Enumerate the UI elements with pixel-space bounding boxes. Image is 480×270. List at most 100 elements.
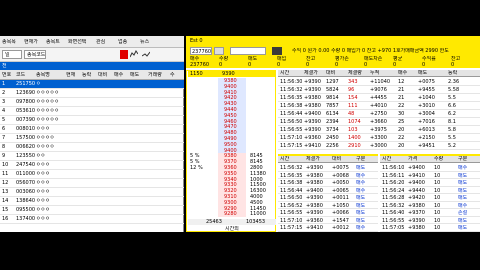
tick-cell: +3975 [370,127,387,133]
tick-bl-row[interactable]: 11:56:32 +9390 +0075 매도 [278,164,378,172]
tick-cell: 8.1 [448,119,456,125]
tick-cell: 48 [348,111,355,117]
tick-bl-row[interactable]: 11:56:44 +9400 +0065 매수 [278,187,378,194]
stock-row[interactable]: 8 006620 ㅇㅇㅇㅇ [0,143,184,152]
stock-row[interactable]: 5 007390 ㅇㅇㅇㅇㅇ [0,116,184,125]
stock-row[interactable]: 12 056070 ㅇㅇㅇ [0,179,184,188]
col-code[interactable]: 코드 [16,72,25,78]
tick-br-row[interactable]: 11:56:20 +9400 10 매도 [380,179,480,187]
stock-row[interactable]: 6 008010 ㅇㅇㅇ [0,125,184,134]
tick-cell: 9814 [326,95,339,101]
tick-bl-row[interactable]: 11:57:10 +9360 +1547 매도 [278,217,378,224]
col-bid[interactable]: 매수 [114,72,123,78]
tick-br-row[interactable]: 11:57:05 +9380 10 매도 [380,224,480,232]
tick-bl-row[interactable]: 11:56:52 +9380 +1050 매도 [278,202,378,209]
stock-row[interactable]: 16 137400 ㅇㅇㅇ [0,215,184,224]
trading-body: 1150 9390 9380 9400 9410 9420 9430 9440 9450 94… [186,70,480,232]
stock-row[interactable]: 2 123690 ㅇㅇㅇㅇㅇ [0,89,184,98]
ticks-top-col: 대비 [326,70,336,76]
toolbar-item-1[interactable]: 현재가 [24,39,38,45]
tick-row[interactable]: 11:57:15 +9410 2256 2910 +3000 20 +9451 5.2 [278,142,480,150]
strip-label: 전 [2,63,7,69]
tick-cell: +3300 [370,135,387,141]
stock-name-field[interactable] [230,47,266,55]
tick-br-row[interactable]: 11:56:40 +9370 10 손절 [380,209,480,217]
toolbar-item-4[interactable]: 관심 [96,39,105,45]
stock-row-no: 4 [2,108,6,114]
col-count[interactable]: 수 [170,72,175,78]
tick-br-row[interactable]: 11:56:32 +9380 10 매수 [380,202,480,209]
ticks-top-rows[interactable]: 11:56:30 +9390 1297 343 +11040 12 +0075 2.36 11:… [278,78,480,152]
tick-bl-cell: +0075 [332,165,349,171]
stock-row[interactable]: 9 123550 ㅇㅇ [0,152,184,161]
tick-bl-row[interactable]: 11:57:15 +9410 +0012 매수 [278,224,378,232]
stock-row[interactable]: 1 251750 ㅇ [0,80,184,89]
tick-row[interactable]: 11:56:35 +9380 9814 154 +4455 21 +1040 5.5 [278,94,480,102]
stock-row-code: 123690 [16,90,36,96]
tick-cell: +9390 [304,87,321,93]
toolbar-item-3[interactable]: 화면선택 [68,39,86,45]
tick-br-row[interactable]: 11:56:24 +9440 10 매도 [380,187,480,194]
bid-row[interactable]: 9280 11000 [188,211,276,217]
tick-row[interactable]: 11:56:32 +9390 5824 96 +9076 21 +9455 5.58 [278,86,480,94]
tick-br-row[interactable]: 11:56:11 +9410 10 매도 [380,172,480,179]
stock-row-name: ㅇㅇㅇ [36,207,50,213]
tick-row[interactable]: 11:56:38 +9380 7857 111 +4010 22 +3010 6.6 [278,102,480,110]
chart-icon[interactable] [129,50,139,59]
lookup-button[interactable] [214,47,224,55]
stock-list[interactable]: 1 251750 ㅇ 2 123690 ㅇㅇㅇㅇㅇ 3 097800 ㅇㅇㅇㅇㅇ 4 053610 ㅇ… [0,80,184,228]
tick-cell: 25 [398,119,405,125]
col-volume[interactable]: 거래량 [148,72,162,78]
col-ask[interactable]: 매도 [130,72,139,78]
tick-cell: 22 [398,135,405,141]
tick-bl-row[interactable]: 11:56:35 +9380 +0068 매수 [278,172,378,179]
stock-row[interactable]: 14 138640 ㅇㅇㅇ [0,197,184,206]
ticks-br-col: 가격 [408,156,418,162]
left-selected-strip: 전 [0,62,184,70]
stock-row-name: ㅇㅇㅇ [36,162,50,168]
tick-bl-row[interactable]: 11:56:38 +9380 +0050 매수 [278,179,378,187]
price-cell[interactable]: 9280 [218,211,246,217]
ticks-bottom-right-panel: 시간 가격 수량 구분 11:56:10 +9400 10 매수 11:56:11 +9410 1… [380,154,480,232]
col-price[interactable]: 현재 [66,72,75,78]
record-button[interactable] [120,50,128,59]
tick-bl-cell: 매도 [356,202,366,209]
col-name[interactable]: 종목명 [36,72,50,78]
stock-row[interactable]: 4 053610 ㅇㅇㅇㅇㅇ [0,107,184,116]
stock-row[interactable]: 11 011000 ㅇㅇㅇ [0,170,184,179]
tick-bl-row[interactable]: 11:56:55 +9390 +0066 매도 [278,209,378,217]
col-no[interactable]: 번호 [2,72,11,78]
col-change[interactable]: 등락 [82,72,91,78]
tick-row[interactable]: 11:56:44 +9400 6134 48 +2750 30 +3004 6.2 [278,110,480,118]
toolbar-item-5[interactable]: 업종 [118,39,127,45]
market-dropdown[interactable]: 일 [2,50,22,59]
ticks-bl-rows[interactable]: 11:56:32 +9390 +0075 매도 11:56:35 +9380 +0068 매수… [278,164,378,232]
stock-row[interactable]: 3 097800 ㅇㅇㅇㅇㅇ [0,98,184,107]
tick-br-cell: 매수 [458,202,468,209]
orderbook-rows[interactable]: 9380 9400 9410 9420 9430 9440 9450 9460 9470 9480… [188,78,276,218]
col-diff[interactable]: 대비 [98,72,107,78]
stock-row[interactable]: 7 157500 ㅇㅇㅇㅇ [0,134,184,143]
tick-row[interactable]: 11:56:50 +9390 2394 1074 +3660 25 +7016 8.1 [278,118,480,126]
tab-a[interactable] [272,47,282,55]
line-icon[interactable] [141,50,151,59]
toolbar-item-2[interactable]: 종목트 [46,39,60,45]
tick-br-cell: 11:56:40 [382,210,405,216]
tick-bl-cell: 매도 [356,165,366,171]
search-input[interactable]: 종목코드 [24,50,46,59]
toolbar-item-6[interactable]: 뉴스 [140,39,149,45]
stock-row[interactable]: 15 095500 ㅇㅇㅇ [0,206,184,215]
ticks-br-rows[interactable]: 11:56:10 +9400 10 매수 11:56:11 +9410 10 매도 11:56:… [380,164,480,232]
tick-bl-row[interactable]: 11:56:50 +9390 +0011 매도 [278,194,378,202]
code-input[interactable]: 237760 [190,47,212,55]
toolbar-item-0[interactable]: 종목목 [2,39,16,45]
tick-row[interactable]: 11:56:55 +9390 3734 103 +3975 20 +6013 5.8 [278,126,480,134]
tick-br-row[interactable]: 11:56:28 +9420 10 매도 [380,194,480,202]
tick-row[interactable]: 11:57:10 +9360 2450 1400 +3300 22 +2150 5.5 [278,134,480,142]
stock-row[interactable]: 13 003060 ㅇㅇㅇ [0,188,184,197]
tick-br-row[interactable]: 11:56:55 +9390 10 매도 [380,217,480,224]
stock-row-no: 8 [2,144,6,150]
stock-row[interactable]: 10 247540 ㅇㅇㅇ [0,161,184,170]
tick-br-row[interactable]: 11:56:10 +9400 10 매수 [380,164,480,172]
tick-row[interactable]: 11:56:30 +9390 1297 343 +11040 12 +0075 2.36 [278,78,480,86]
